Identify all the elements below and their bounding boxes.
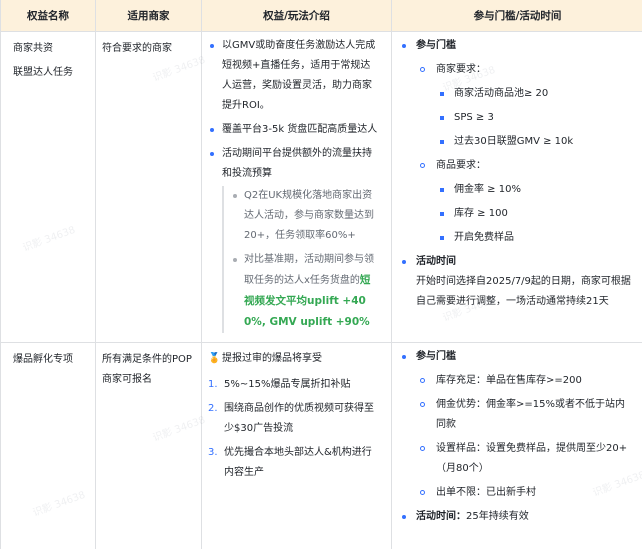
benefit-item: 以GMV或助奋度任务激励达人完成短视频+直播任务，适用于常规达人运营，奖励设置灵…	[202, 36, 391, 116]
merchants-text: 所有满足条件的POP 商家可报名	[102, 354, 192, 385]
benefit-sub-item: Q2在UK规模化落地商家出资达人活动，参与商家数量达到20+，任务领取率60%+	[232, 186, 391, 246]
header-rights-name: 权益名称	[1, 0, 96, 31]
rights-table: 权益名称 适用商家 权益/玩法介绍 参与门槛/活动时间 商家共资 联盟达人任务 …	[0, 0, 642, 549]
numbered-text: 围绕商品创作的优质视频可获得至少$30广告投流	[224, 403, 374, 434]
item-number: 2.	[208, 403, 218, 414]
header-benefits: 权益/玩法介绍	[202, 0, 392, 31]
table-row: 爆品孵化专项 所有满足条件的POP 商家可报名 🏅 提报过审的爆品将享受 1. 5%…	[1, 343, 642, 549]
benefits-cell: 以GMV或助奋度任务激励达人完成短视频+直播任务，适用于常规达人运营，奖励设置灵…	[202, 32, 392, 342]
threshold-cell: 参与门槛 库存充足：单品在售库存>=200 佣金优势：佣金率>=15%或者不低于…	[392, 343, 642, 549]
threshold-cell: 参与门槛 商家要求： 商家活动商品池≥ 20 SPS ≥ 3 过去30日联盟GM…	[392, 32, 642, 342]
numbered-text: 5%~15%爆品专属折扣补贴	[224, 379, 351, 390]
benefit-intro: 提报过审的爆品将享受	[222, 353, 322, 364]
rights-name: 爆品孵化专项	[13, 354, 73, 365]
merchants-text: 符合要求的商家	[102, 43, 172, 54]
merchants-cell: 所有满足条件的POP 商家可报名	[96, 343, 202, 549]
threshold-title: 参与门槛	[392, 347, 642, 367]
product-req-item: 佣金率 ≥ 10%	[392, 180, 642, 200]
req-item: 设置样品：设置免费样品，提供周至少20+（月80个）	[392, 439, 642, 479]
header-merchants: 适用商家	[96, 0, 202, 31]
benefit-item: 覆盖平台3-5k 货盘匹配高质量达人	[202, 120, 391, 140]
numbered-item: 1. 5%~15%爆品专属折扣补贴	[202, 375, 391, 395]
table-row: 商家共资 联盟达人任务 符合要求的商家 以GMV或助奋度任务激励达人完成短视频+…	[1, 32, 642, 343]
activity-time-line: 活动时间：25年持续有效	[392, 507, 642, 527]
activity-time-text: 25年持续有效	[466, 511, 529, 522]
activity-time-label: 活动时间：	[416, 511, 466, 522]
benefit-sub-item: 对比基准期，活动期间参与领取任务的达人x任务货盘的短视频发文平均uplift +…	[232, 250, 391, 333]
merchants-cell: 符合要求的商家	[96, 32, 202, 342]
benefit-intro-line: 🏅 提报过审的爆品将享受	[202, 349, 391, 369]
merchant-req-item: 商家活动商品池≥ 20	[392, 84, 642, 104]
numbered-item: 3. 优先撮合本地头部达人&机构进行内容生产	[202, 443, 391, 483]
rights-name-line2: 联盟达人任务	[13, 67, 73, 78]
product-req-item: 开启免费样品	[392, 228, 642, 248]
header-threshold: 参与门槛/活动时间	[473, 10, 562, 22]
req-item: 佣金优势：佣金率>=15%或者不低于站内同款	[392, 395, 642, 435]
req-item: 出单不限：已出新手村	[392, 483, 642, 503]
table-header-row: 权益名称 适用商家 权益/玩法介绍 参与门槛/活动时间	[1, 0, 642, 32]
merchant-req-item: 过去30日联盟GMV ≥ 10k	[392, 132, 642, 152]
benefit-sub-text: 对比基准期，活动期间参与领取任务的达人x任务货盘的	[244, 254, 374, 286]
medal-icon: 🏅	[208, 353, 221, 364]
item-number: 1.	[208, 379, 218, 390]
benefit-sub-list: Q2在UK规模化落地商家出资达人活动，参与商家数量达到20+，任务领取率60%+…	[222, 186, 391, 333]
merchant-req-title: 商家要求：	[392, 60, 642, 80]
product-req-item: 库存 ≥ 100	[392, 204, 642, 224]
merchant-req-item: SPS ≥ 3	[392, 108, 642, 128]
benefit-item: 活动期间平台提供额外的流量扶持和投流预算	[202, 144, 391, 184]
rights-name-cell: 商家共资 联盟达人任务	[1, 32, 96, 342]
rights-name-cell: 爆品孵化专项	[1, 343, 96, 549]
product-req-title: 商品要求：	[392, 156, 642, 176]
req-item: 库存充足：单品在售库存>=200	[392, 371, 642, 391]
rights-name-line1: 商家共资	[13, 43, 53, 54]
benefits-cell: 🏅 提报过审的爆品将享受 1. 5%~15%爆品专属折扣补贴 2. 围绕商品创作的优质…	[202, 343, 392, 549]
numbered-item: 2. 围绕商品创作的优质视频可获得至少$30广告投流	[202, 399, 391, 439]
activity-time-text: 开始时间选择自2025/7/9起的日期，商家可根据自己需要进行调整，一场活动通常…	[416, 276, 631, 307]
activity-time-title: 活动时间	[392, 252, 642, 272]
numbered-text: 优先撮合本地头部达人&机构进行内容生产	[224, 447, 372, 478]
threshold-title: 参与门槛	[392, 36, 642, 56]
item-number: 3.	[208, 447, 218, 458]
